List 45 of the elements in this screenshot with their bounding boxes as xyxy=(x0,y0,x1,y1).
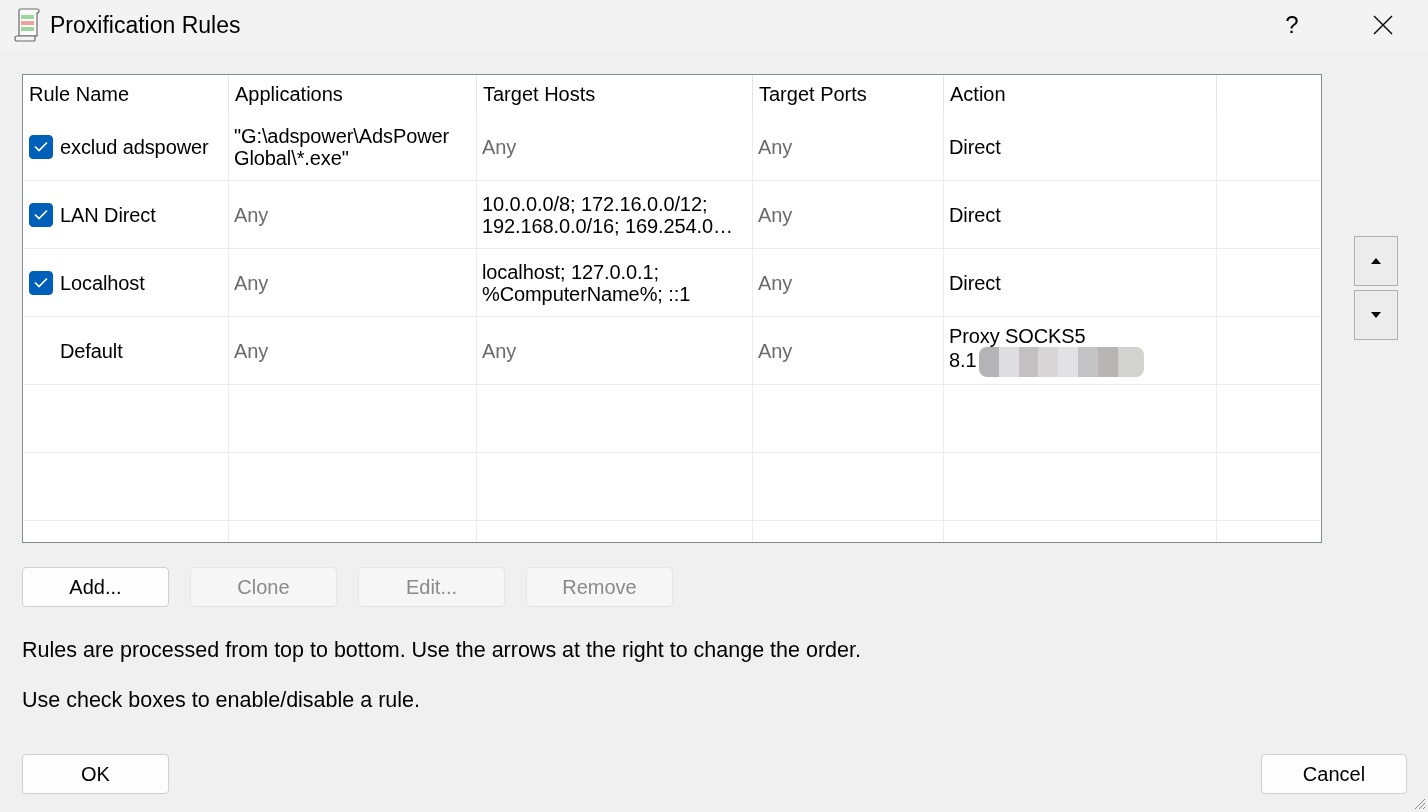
table-cell: Proxy SOCKS5 8.1 xyxy=(949,324,1086,371)
column-header[interactable]: Target Hosts xyxy=(483,82,596,106)
column-header[interactable]: Action xyxy=(950,82,1006,106)
resize-grip-icon[interactable] xyxy=(1412,796,1426,810)
table-cell-text: localhost; 127.0.0.1; %ComputerName%; ::1 xyxy=(482,260,692,305)
ok-button[interactable]: OK xyxy=(22,754,169,794)
table-cell: Any xyxy=(482,339,517,362)
table-cell: Any xyxy=(758,135,793,158)
down-triangle-icon xyxy=(1371,312,1381,318)
checkbox[interactable] xyxy=(29,270,53,295)
table-cell: Any xyxy=(482,135,517,158)
move-down-button[interactable] xyxy=(1354,290,1398,340)
column-header[interactable]: Applications xyxy=(235,82,343,106)
up-triangle-icon xyxy=(1371,258,1381,264)
table-cell: Direct xyxy=(949,135,1001,158)
cancel-button[interactable]: Cancel xyxy=(1261,754,1407,794)
table-cell-text: 10.0.0.0/8; 172.16.0.0/12; 192.168.0.0/16; 169.254.0… xyxy=(482,192,734,237)
rule-name: Default xyxy=(60,339,123,362)
close-icon xyxy=(1373,15,1393,35)
hint-text: Use check boxes to enable/disable a rule. xyxy=(22,689,420,711)
table-cell: Any xyxy=(234,271,269,294)
rule-name: Localhost xyxy=(60,271,145,294)
table-cell: Any xyxy=(758,271,793,294)
check-icon xyxy=(34,209,48,220)
checkbox[interactable] xyxy=(29,134,53,159)
rule-name: exclud adspower xyxy=(60,135,209,158)
table-cell: Direct xyxy=(949,203,1001,226)
window-title: Proxification Rules xyxy=(50,11,242,39)
table-cell: Any xyxy=(758,339,793,362)
table-cell: Any xyxy=(758,203,793,226)
column-header[interactable]: Rule Name xyxy=(29,82,130,106)
rule-button[interactable]: Add... xyxy=(22,567,169,607)
checkbox[interactable] xyxy=(29,202,53,227)
scroll-icon xyxy=(14,8,40,42)
table-cell: Any xyxy=(234,339,269,362)
move-up-button[interactable] xyxy=(1354,236,1398,286)
check-icon xyxy=(34,141,48,152)
table-cell: Any xyxy=(234,203,269,226)
help-button[interactable]: ? xyxy=(1269,2,1315,48)
table-cell: Direct xyxy=(949,271,1001,294)
table-cell-text: "G:\adspower\AdsPower Global\*.exe" xyxy=(234,124,451,169)
rule-name: LAN Direct xyxy=(60,203,156,226)
column-header[interactable]: Target Ports xyxy=(759,82,867,106)
check-icon xyxy=(34,277,48,288)
hint-text: Rules are processed from top to bottom. Use the arrows at the right to change the order. xyxy=(22,639,861,661)
